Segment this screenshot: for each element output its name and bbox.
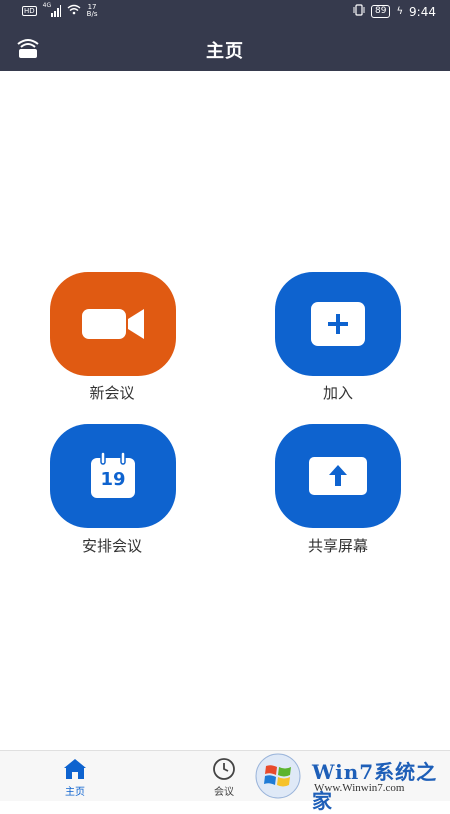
home-icon <box>64 759 86 779</box>
battery-icon: 89 <box>370 5 391 18</box>
tab-home[interactable]: 主页 <box>30 751 120 801</box>
network-speed: 17 B/s <box>87 4 98 18</box>
new-meeting-button[interactable] <box>50 272 176 376</box>
new-meeting-label: 新会议 <box>89 384 135 402</box>
calendar-icon: 19 <box>89 452 137 500</box>
watermark-url: Www.Winwin7.com <box>314 782 405 794</box>
join-button[interactable] <box>275 272 401 376</box>
schedule-meeting-label: 安排会议 <box>81 537 142 555</box>
signal-icon: 4G <box>43 2 61 17</box>
share-screen-label: 共享屏幕 <box>307 537 368 555</box>
status-bar-right: 89 ϟ 9:44 <box>353 4 436 19</box>
watermark: Win7系统之家 Www.Winwin7.com <box>250 750 450 813</box>
charging-icon: ϟ <box>396 6 404 17</box>
clock-time: 9:44 <box>409 4 436 19</box>
title-bar: 主页 <box>0 26 450 71</box>
speed-unit: B/s <box>86 10 98 18</box>
schedule-meeting-button[interactable]: 19 <box>50 424 176 528</box>
windows-logo-icon <box>255 753 301 799</box>
clock-icon <box>213 758 235 780</box>
tab-home-label: 主页 <box>65 787 85 798</box>
page-title: 主页 <box>206 41 244 62</box>
app-header: HD 4G 17 B/s 89 ϟ 9:44 主页 <box>0 0 450 71</box>
status-bar: HD 4G 17 B/s 89 ϟ 9:44 <box>0 0 450 24</box>
battery-level: 89 <box>374 6 387 16</box>
status-bar-left: HD 4G 17 B/s <box>22 2 98 18</box>
video-camera-icon <box>82 309 144 339</box>
share-upload-icon <box>309 457 367 495</box>
join-label: 加入 <box>322 384 353 402</box>
wifi-icon <box>67 4 81 18</box>
hd-badge: HD <box>22 6 37 16</box>
vibrate-icon <box>353 4 365 19</box>
plus-icon <box>311 302 365 346</box>
share-screen-button[interactable] <box>275 424 401 528</box>
calendar-date: 19 <box>100 469 126 490</box>
